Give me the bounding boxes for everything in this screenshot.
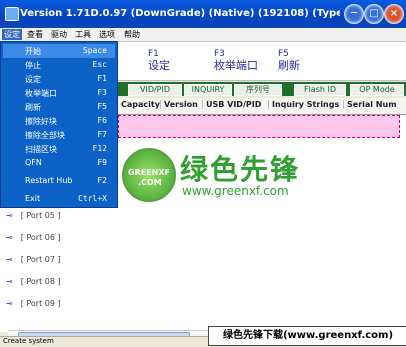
usb-icon: ⊸: [6, 255, 13, 264]
settings-dropdown-menu: 开始 Space 停止 Esc 设定 F1 枚举端口 F3 刷新 F5 擦除好块 F6 擦除…: [0, 41, 118, 208]
port-label: [ Port 08 ]: [20, 277, 61, 286]
menu-tools[interactable]: 工具: [73, 29, 93, 40]
menu-shortcut: Space: [82, 46, 107, 55]
menu-settings-item[interactable]: 设定 F1: [3, 72, 115, 86]
close-button[interactable]: ×: [384, 4, 404, 24]
port-row[interactable]: ⊸ [ Port 05 ]: [6, 211, 61, 220]
usb-icon: ⊸: [6, 211, 13, 220]
menu-label: 擦除好块: [25, 117, 57, 126]
menu-shortcut: F3: [97, 88, 107, 97]
port-row[interactable]: ⊸ [ Port 09 ]: [6, 299, 61, 308]
menu-scan-blocks[interactable]: 扫描区块 F12: [3, 142, 115, 156]
menu-restart-hub[interactable]: Restart Hub F2: [3, 174, 115, 188]
menu-label: Exit: [25, 194, 41, 203]
window-title: Version 1.71D.0.97 (DownGrade) (Native) …: [20, 8, 340, 19]
menu-refresh[interactable]: 刷新 F5: [3, 100, 115, 114]
header-version[interactable]: Version: [160, 100, 198, 109]
watermark: GREENXF .COM 绿色先锋 www.greenxf.com: [122, 148, 352, 203]
port-row[interactable]: ⊸ [ Port 08 ]: [6, 277, 61, 286]
menu-shortcut: F12: [92, 144, 107, 153]
header-capacity[interactable]: Capacity: [117, 100, 160, 109]
tab-serial[interactable]: 序列号: [234, 84, 282, 96]
menu-options[interactable]: 选项: [97, 29, 117, 40]
toolbar-enum-ports-button[interactable]: F3 枚举端口: [214, 48, 258, 72]
menu-driver[interactable]: 驱动: [49, 29, 69, 40]
menu-shortcut: F7: [97, 130, 107, 139]
title-bar: Version 1.71D.0.97 (DownGrade) (Native) …: [0, 0, 406, 28]
status-text: Create system: [3, 337, 54, 345]
menu-enum-ports[interactable]: 枚举端口 F3: [3, 86, 115, 100]
menu-label: 停止: [25, 61, 41, 70]
menu-erase-good-blocks[interactable]: 擦除好块 F6: [3, 114, 115, 128]
menu-label: 扫描区块: [25, 145, 57, 154]
usb-icon: ⊸: [6, 299, 13, 308]
menu-exit[interactable]: Exit Ctrl+X: [3, 192, 115, 206]
watermark-footer: 绿色先锋下载(www.greenxf.com): [208, 326, 406, 346]
usb-icon: ⊸: [6, 233, 13, 242]
logo-text-2: .COM: [138, 178, 162, 187]
toolbar-settings-button[interactable]: F1 设定: [148, 48, 170, 72]
usb-icon: ⊸: [6, 277, 13, 286]
port-row[interactable]: ⊸ [ Port 07 ]: [6, 255, 61, 264]
app-icon: [5, 7, 19, 21]
menu-erase-all-blocks[interactable]: 擦除全部块 F7: [3, 128, 115, 142]
menu-shortcut: F2: [97, 176, 107, 185]
menu-label: 开始: [25, 47, 41, 56]
toolbar-label: 刷新: [278, 59, 300, 72]
watermark-url: www.greenxf.com: [182, 184, 289, 198]
menu-label: 枚举端口: [25, 89, 57, 98]
tab-op-mode[interactable]: OP Mode: [350, 84, 404, 96]
menu-help[interactable]: 帮助: [122, 29, 142, 40]
menu-settings[interactable]: 设定: [2, 29, 22, 40]
menu-shortcut: F9: [97, 158, 107, 167]
menu-view[interactable]: 查看: [25, 29, 45, 40]
port-label: [ Port 05 ]: [20, 211, 61, 220]
header-serial-num[interactable]: Serial Num: [343, 100, 397, 109]
header-usb-vid-pid[interactable]: USB VID/PID: [202, 100, 261, 109]
menu-start[interactable]: 开始 Space: [3, 44, 115, 58]
toolbar-label: 设定: [148, 59, 170, 72]
header-inquiry-strings[interactable]: Inquiry Strings: [268, 100, 339, 109]
port-row[interactable]: ⊸ [ Port 06 ]: [6, 233, 61, 242]
tab-vid-pid[interactable]: VID/PID: [128, 84, 182, 96]
greenxf-logo-icon: GREENXF .COM: [122, 148, 176, 202]
port-label: [ Port 07 ]: [20, 255, 61, 264]
toolbar: F1 设定 F3 枚举端口 F5 刷新: [118, 42, 406, 81]
menu-stop[interactable]: 停止 Esc: [3, 58, 115, 72]
menu-shortcut: F5: [97, 102, 107, 111]
toolbar-label: 枚举端口: [214, 59, 258, 72]
menu-bar: 设定 查看 驱动 工具 选项 帮助: [0, 28, 406, 42]
toolbar-refresh-button[interactable]: F5 刷新: [278, 48, 300, 72]
menu-shortcut: Ctrl+X: [78, 194, 107, 203]
menu-label: 刷新: [25, 103, 41, 112]
menu-qfn[interactable]: QFN F9: [3, 156, 115, 170]
port-label: [ Port 09 ]: [20, 299, 61, 308]
column-tabs: VID/PID INQUIRY 序列号 Flash ID OP Mode: [118, 82, 406, 96]
menu-label: 擦除全部块: [25, 131, 65, 140]
logo-text: GREENXF: [128, 168, 170, 177]
port-label: [ Port 06 ]: [20, 233, 61, 242]
selected-row[interactable]: [118, 115, 400, 138]
menu-shortcut: Esc: [92, 60, 107, 69]
menu-shortcut: F1: [97, 74, 107, 83]
menu-label: QFN: [25, 158, 42, 167]
tab-inquiry[interactable]: INQUIRY: [184, 84, 232, 96]
minimize-button[interactable]: ─: [344, 4, 364, 24]
tab-flash-id[interactable]: Flash ID: [294, 84, 346, 96]
watermark-brand: 绿色先锋: [180, 153, 301, 186]
menu-label: 设定: [25, 75, 41, 84]
maximize-button[interactable]: □: [364, 4, 384, 24]
menu-label: Restart Hub: [25, 176, 73, 185]
menu-shortcut: F6: [97, 116, 107, 125]
